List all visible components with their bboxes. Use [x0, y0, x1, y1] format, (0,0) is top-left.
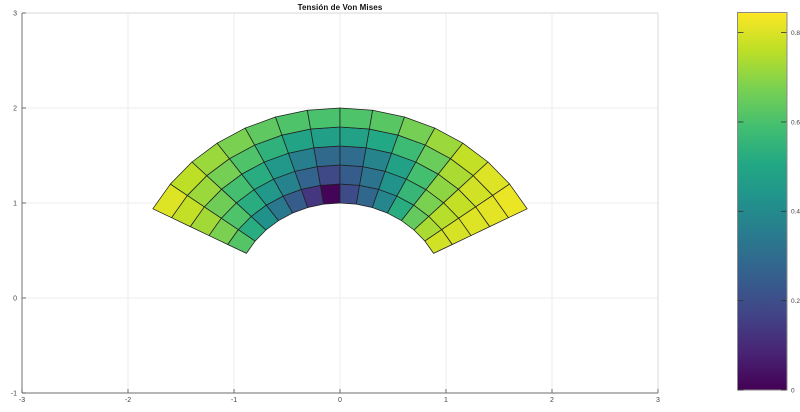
plot-canvas: -3 -2 -1 0 1 2 3 -1 0 1 2 3 0 0.2 0.4 0.6 0.8 [0, 0, 800, 412]
colorbar-tick-label: 0.6 [791, 119, 800, 126]
mesh-cell [340, 165, 363, 185]
mesh-cell [314, 146, 340, 167]
x-tick-label: -3 [19, 397, 25, 404]
x-tick-label: 2 [550, 397, 554, 404]
y-tick-label: 1 [13, 201, 17, 208]
matlab-figure: Tensión de Von Mises -3-2-10123-1012300.… [0, 0, 800, 412]
colorbar-tick-label: 0.2 [791, 298, 800, 305]
x-tick-label: 0 [338, 397, 342, 404]
y-tick-label: 0 [13, 296, 17, 303]
mesh-cell [307, 108, 340, 129]
mesh-cell [311, 127, 340, 148]
y-tick-label: 3 [13, 11, 17, 18]
mesh-cell [340, 146, 366, 167]
x-tick-label: 1 [444, 397, 448, 404]
colorbar-tick-label: 0.4 [791, 209, 800, 216]
colorbar-tick-label: 0.8 [791, 30, 800, 37]
mesh-cell [317, 165, 340, 185]
y-tick-label: -1 [11, 391, 17, 398]
mesh-cell [340, 108, 373, 129]
mesh-cell [320, 184, 340, 204]
y-tick-label: 2 [13, 106, 17, 113]
x-tick-label: 3 [656, 397, 660, 404]
colorbar-tick-label: 0 [791, 387, 795, 394]
colorbar [738, 13, 788, 391]
x-tick-label: -1 [231, 397, 237, 404]
x-tick-label: -2 [125, 397, 131, 404]
mesh-cell [340, 127, 369, 148]
